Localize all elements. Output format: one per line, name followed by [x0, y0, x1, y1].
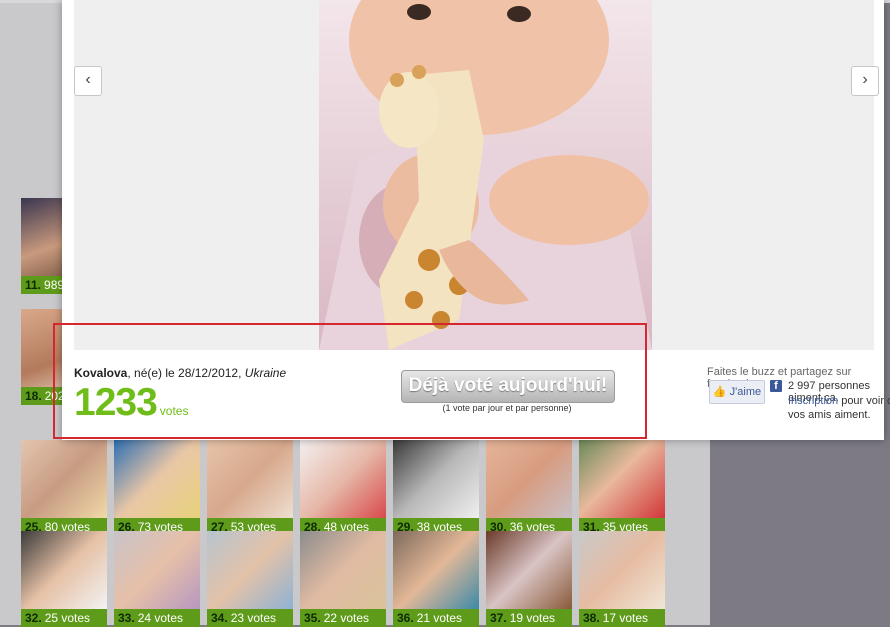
giraffe-horn-right: [412, 65, 426, 79]
thumb-votes: 22 votes: [323, 611, 370, 625]
thumb-photo: [486, 531, 572, 609]
giraffe-spot: [418, 249, 440, 271]
arm-right: [489, 155, 649, 245]
like-label: J'aime: [729, 386, 762, 398]
thumb-votes: 21 votes: [416, 611, 463, 625]
gallery-thumb[interactable]: 30. 36 votes: [486, 440, 572, 536]
gallery-thumb[interactable]: 34. 23 votes: [207, 531, 293, 627]
gallery-thumb[interactable]: 32. 25 votes: [21, 531, 107, 627]
thumb-caption: 33. 24 votes: [114, 609, 200, 627]
thumb-rank: 33.: [118, 611, 135, 625]
gallery-thumb[interactable]: 28. 48 votes: [300, 440, 386, 536]
thumb-caption: 36. 21 votes: [393, 609, 479, 627]
facebook-like-button[interactable]: 👍 J'aime: [709, 380, 765, 404]
thumb-photo: [486, 440, 572, 518]
thumb-rank: 37.: [490, 611, 507, 625]
thumb-photo: [207, 531, 293, 609]
thumb-photo: [393, 440, 479, 518]
giraffe-head: [379, 72, 439, 148]
eye-left: [407, 4, 431, 20]
thumb-photo: [579, 440, 665, 518]
thumb-votes: 24 votes: [137, 611, 184, 625]
gallery-thumb[interactable]: 33. 24 votes: [114, 531, 200, 627]
thumb-votes: 17 votes: [602, 611, 649, 625]
thumb-caption: 32. 25 votes: [21, 609, 107, 627]
facebook-icon: f: [770, 380, 782, 392]
giraffe-spot: [405, 291, 423, 309]
thumb-votes: 19 votes: [509, 611, 556, 625]
prev-photo-button[interactable]: ‹: [74, 66, 102, 96]
gallery-thumb[interactable]: 25. 80 votes: [21, 440, 107, 536]
thumb-photo: [300, 531, 386, 609]
gallery-thumb[interactable]: 26. 73 votes: [114, 440, 200, 536]
chevron-right-icon: ›: [862, 71, 868, 88]
thumb-rank: 34.: [211, 611, 228, 625]
gallery-thumb[interactable]: 36. 21 votes: [393, 531, 479, 627]
thumb-rank: 35.: [304, 611, 321, 625]
gallery-thumb[interactable]: 35. 22 votes: [300, 531, 386, 627]
thumb-votes: 25 votes: [44, 611, 91, 625]
facebook-signup-text: Inscription pour voir ce que vos amis ai…: [788, 394, 890, 422]
thumb-rank: 11.: [25, 278, 42, 292]
photo-illustration: [319, 0, 652, 350]
gallery-thumb[interactable]: 27. 53 votes: [207, 440, 293, 536]
thumbs-up-icon: 👍: [712, 386, 727, 398]
thumb-photo: [114, 531, 200, 609]
thumb-photo: [21, 531, 107, 609]
next-photo-button[interactable]: ›: [851, 66, 879, 96]
thumb-rank: 38.: [583, 611, 600, 625]
gallery-thumb[interactable]: 31. 35 votes: [579, 440, 665, 536]
thumb-caption: 38. 17 votes: [579, 609, 665, 627]
photo-stage: ‹ ›: [74, 0, 879, 350]
thumb-photo: [207, 440, 293, 518]
thumb-photo: [21, 440, 107, 518]
thumb-rank: 32.: [25, 611, 42, 625]
eye-right: [507, 6, 531, 22]
thumb-photo: [114, 440, 200, 518]
thumb-caption: 35. 22 votes: [300, 609, 386, 627]
facebook-signup-link[interactable]: Inscription: [788, 395, 838, 407]
thumb-rank: 36.: [397, 611, 414, 625]
chevron-left-icon: ‹: [85, 71, 91, 88]
gallery-thumb[interactable]: 37. 19 votes: [486, 531, 572, 627]
thumb-photo: [300, 440, 386, 518]
thumb-rank: 18.: [25, 389, 42, 403]
gallery-thumb[interactable]: 38. 17 votes: [579, 531, 665, 627]
baby-photo: [319, 0, 652, 350]
thumb-votes: 23 votes: [230, 611, 277, 625]
thumb-photo: [393, 531, 479, 609]
thumb-caption: 34. 23 votes: [207, 609, 293, 627]
thumb-caption: 37. 19 votes: [486, 609, 572, 627]
giraffe-horn-left: [390, 73, 404, 87]
thumb-photo: [579, 531, 665, 609]
highlight-box: [53, 323, 647, 439]
gallery-thumb[interactable]: 29. 38 votes: [393, 440, 479, 536]
